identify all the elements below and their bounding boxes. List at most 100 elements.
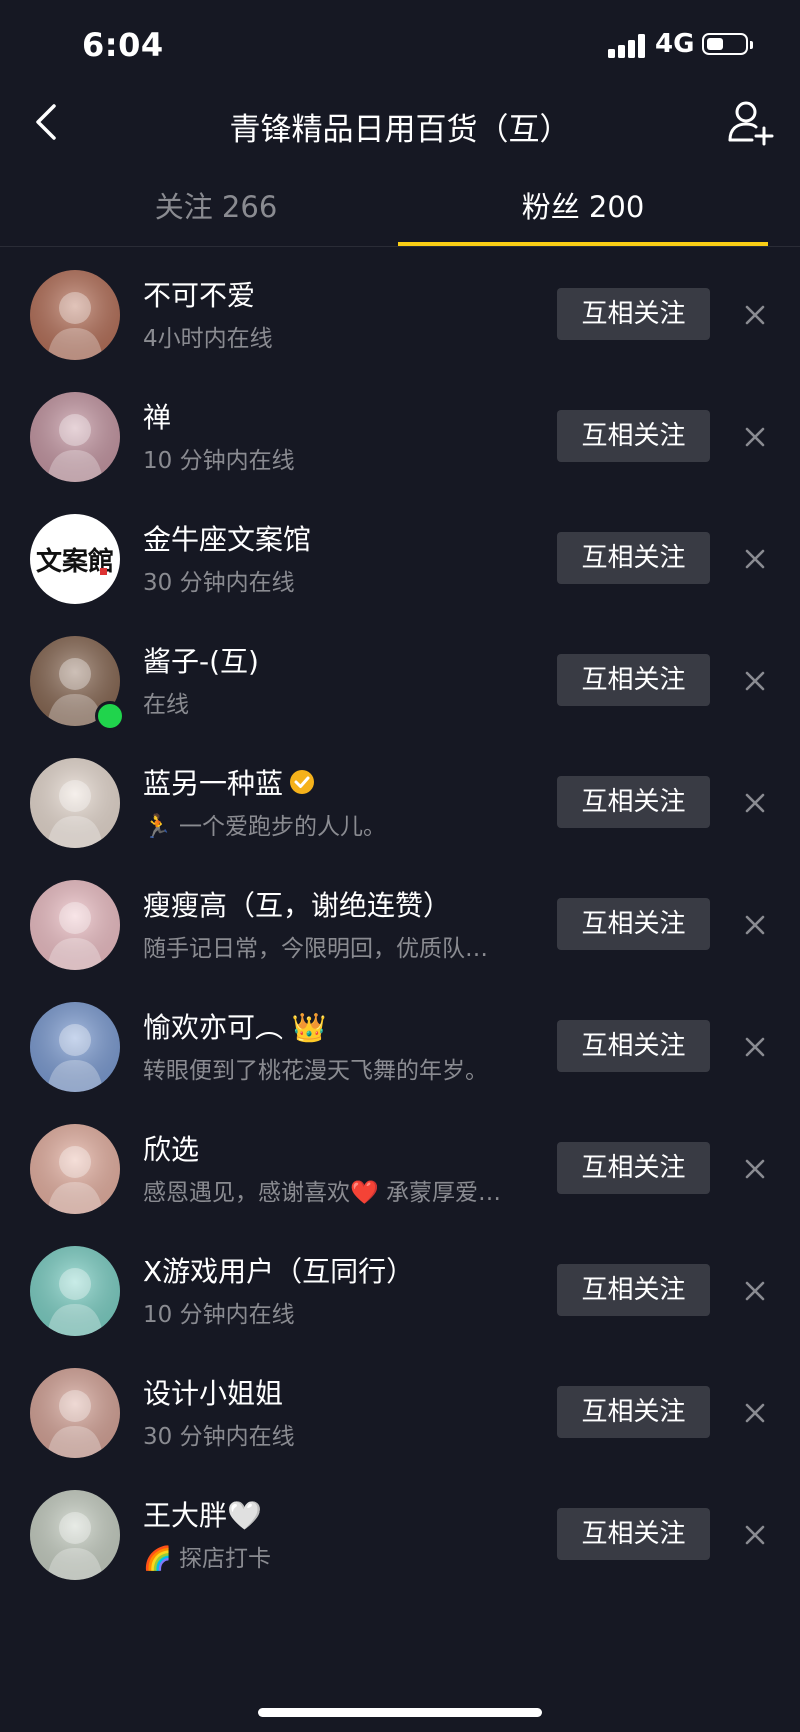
follower-name-text: 禅: [143, 401, 172, 434]
follower-row[interactable]: X游戏用户（互同行） 10 分钟内在线 互相关注: [0, 1222, 800, 1356]
follower-subtitle: 感恩遇见，感谢喜欢❤️ 承蒙厚爱…: [143, 1180, 501, 1206]
avatar[interactable]: [30, 1246, 120, 1336]
follower-row[interactable]: 禅 10 分钟内在线 互相关注: [0, 368, 800, 502]
follow-back-button[interactable]: 互相关注: [557, 410, 710, 462]
follow-back-button[interactable]: 互相关注: [557, 1142, 710, 1194]
remove-follower-button[interactable]: [741, 1399, 769, 1427]
remove-follower-button[interactable]: [741, 545, 769, 573]
follower-row[interactable]: 设计小姐姐 30 分钟内在线 互相关注: [0, 1344, 800, 1478]
close-icon: [745, 1037, 765, 1057]
follower-subtitle: 30 分钟内在线: [143, 1424, 295, 1450]
follower-name[interactable]: X游戏用户（互同行）: [143, 1250, 414, 1290]
follower-name[interactable]: 欣选: [143, 1128, 199, 1168]
follower-name-text: 愉欢亦可︵ 👑: [143, 1011, 327, 1044]
follow-back-button[interactable]: 互相关注: [557, 1386, 710, 1438]
follower-name[interactable]: 酱子-(互): [143, 640, 259, 680]
follower-name[interactable]: 不可不爱: [143, 274, 255, 314]
remove-follower-button[interactable]: [741, 911, 769, 939]
tab-followers[interactable]: 粉丝 200: [383, 184, 783, 226]
follower-name-text: 瘦瘦高（互，谢绝连赞）: [143, 889, 452, 922]
follower-name-text: 酱子-(互): [143, 645, 259, 678]
close-icon: [745, 793, 765, 813]
follower-name[interactable]: 金牛座文案馆: [143, 518, 311, 558]
remove-follower-button[interactable]: [741, 301, 769, 329]
status-bar: 6:04 4G: [0, 0, 800, 90]
follower-row[interactable]: 瘦瘦高（互，谢绝连赞） 随手记日常，今限明回，优质队… 互相关注: [0, 856, 800, 990]
follower-name-text: X游戏用户（互同行）: [143, 1255, 415, 1288]
avatar[interactable]: [30, 270, 120, 360]
follower-row[interactable]: 文案館 金牛座文案馆 30 分钟内在线 互相关注: [0, 490, 800, 624]
close-icon: [745, 1403, 765, 1423]
remove-follower-button[interactable]: [741, 1521, 769, 1549]
follow-back-button[interactable]: 互相关注: [557, 1020, 710, 1072]
follower-name-text: 设计小姐姐: [143, 1377, 284, 1410]
page-title: 青锋精品日用百货（互）: [229, 112, 571, 148]
close-icon: [745, 305, 765, 325]
remove-follower-button[interactable]: [741, 423, 769, 451]
tab-bar: 关注 266 粉丝 200: [0, 172, 800, 247]
close-icon: [745, 1159, 765, 1179]
home-indicator[interactable]: [258, 1708, 542, 1717]
follower-name[interactable]: 蓝另一种蓝: [143, 762, 315, 802]
follower-name-text: 欣选: [143, 1133, 200, 1166]
avatar[interactable]: [30, 1002, 120, 1092]
remove-follower-button[interactable]: [741, 1033, 769, 1061]
follower-row[interactable]: 愉欢亦可︵ 👑 转眼便到了桃花漫天飞舞的年岁。 互相关注: [0, 978, 800, 1112]
follower-row[interactable]: 王大胖🤍 🌈 探店打卡 互相关注: [0, 1466, 800, 1600]
follow-back-button[interactable]: 互相关注: [557, 532, 710, 584]
tab-following[interactable]: 关注 266: [16, 184, 416, 226]
avatar[interactable]: [30, 1124, 120, 1214]
follow-back-button[interactable]: 互相关注: [557, 288, 710, 340]
follower-subtitle: 4小时内在线: [143, 326, 273, 352]
remove-follower-button[interactable]: [741, 1277, 769, 1305]
follow-back-button[interactable]: 互相关注: [557, 1508, 710, 1560]
signal-icon: [608, 34, 648, 58]
add-friend-button[interactable]: [724, 98, 774, 148]
avatar[interactable]: [30, 1368, 120, 1458]
follower-name-text: 王大胖🤍: [143, 1499, 262, 1532]
follow-back-button[interactable]: 互相关注: [557, 898, 710, 950]
remove-follower-button[interactable]: [741, 667, 769, 695]
follower-subtitle: 10 分钟内在线: [143, 448, 295, 474]
follower-name-text: 蓝另一种蓝: [143, 767, 284, 800]
follower-subtitle: 🌈 探店打卡: [143, 1546, 271, 1572]
battery-icon: [702, 33, 753, 55]
avatar[interactable]: [30, 880, 120, 970]
close-icon: [745, 1525, 765, 1545]
close-icon: [745, 671, 765, 691]
follower-subtitle: 🏃 一个爱跑步的人儿。: [143, 814, 386, 840]
status-time: 6:04: [82, 26, 164, 64]
follower-name[interactable]: 王大胖🤍: [143, 1494, 262, 1534]
follow-back-button[interactable]: 互相关注: [557, 1264, 710, 1316]
avatar[interactable]: 文案館: [30, 514, 120, 604]
follower-name[interactable]: 设计小姐姐: [143, 1372, 283, 1412]
close-icon: [745, 549, 765, 569]
follow-back-button[interactable]: 互相关注: [557, 654, 710, 706]
follower-subtitle: 转眼便到了桃花漫天飞舞的年岁。: [143, 1058, 488, 1084]
follow-back-button[interactable]: 互相关注: [557, 776, 710, 828]
avatar[interactable]: [30, 758, 120, 848]
follower-name-text: 金牛座文案馆: [143, 523, 312, 556]
follower-row[interactable]: 蓝另一种蓝 🏃 一个爱跑步的人儿。 互相关注: [0, 734, 800, 868]
follower-row[interactable]: 酱子-(互) 在线 互相关注: [0, 612, 800, 746]
follower-row[interactable]: 不可不爱 4小时内在线 互相关注: [0, 246, 800, 380]
remove-follower-button[interactable]: [741, 789, 769, 817]
follower-name[interactable]: 禅: [143, 396, 171, 436]
avatar[interactable]: [30, 392, 120, 482]
close-icon: [745, 915, 765, 935]
follower-subtitle: 随手记日常，今限明回，优质队…: [143, 936, 488, 962]
add-user-icon: [728, 101, 774, 146]
follower-name-text: 不可不爱: [143, 279, 256, 312]
remove-follower-button[interactable]: [741, 1155, 769, 1183]
online-status-dot: [95, 701, 125, 731]
follower-subtitle: 在线: [143, 692, 189, 718]
avatar[interactable]: [30, 1490, 120, 1580]
follower-row[interactable]: 欣选感恩遇见，感谢喜欢❤️ 承蒙厚爱… 互相关注: [0, 1100, 800, 1234]
follower-subtitle: 30 分钟内在线: [143, 570, 295, 596]
follower-subtitle: 10 分钟内在线: [143, 1302, 295, 1328]
verified-badge-icon: [289, 769, 315, 802]
network-type: 4G: [655, 29, 695, 59]
top-nav: 青锋精品日用百货（互）: [0, 90, 800, 160]
follower-name[interactable]: 愉欢亦可︵ 👑: [143, 1006, 327, 1046]
follower-name[interactable]: 瘦瘦高（互，谢绝连赞）: [143, 884, 451, 924]
